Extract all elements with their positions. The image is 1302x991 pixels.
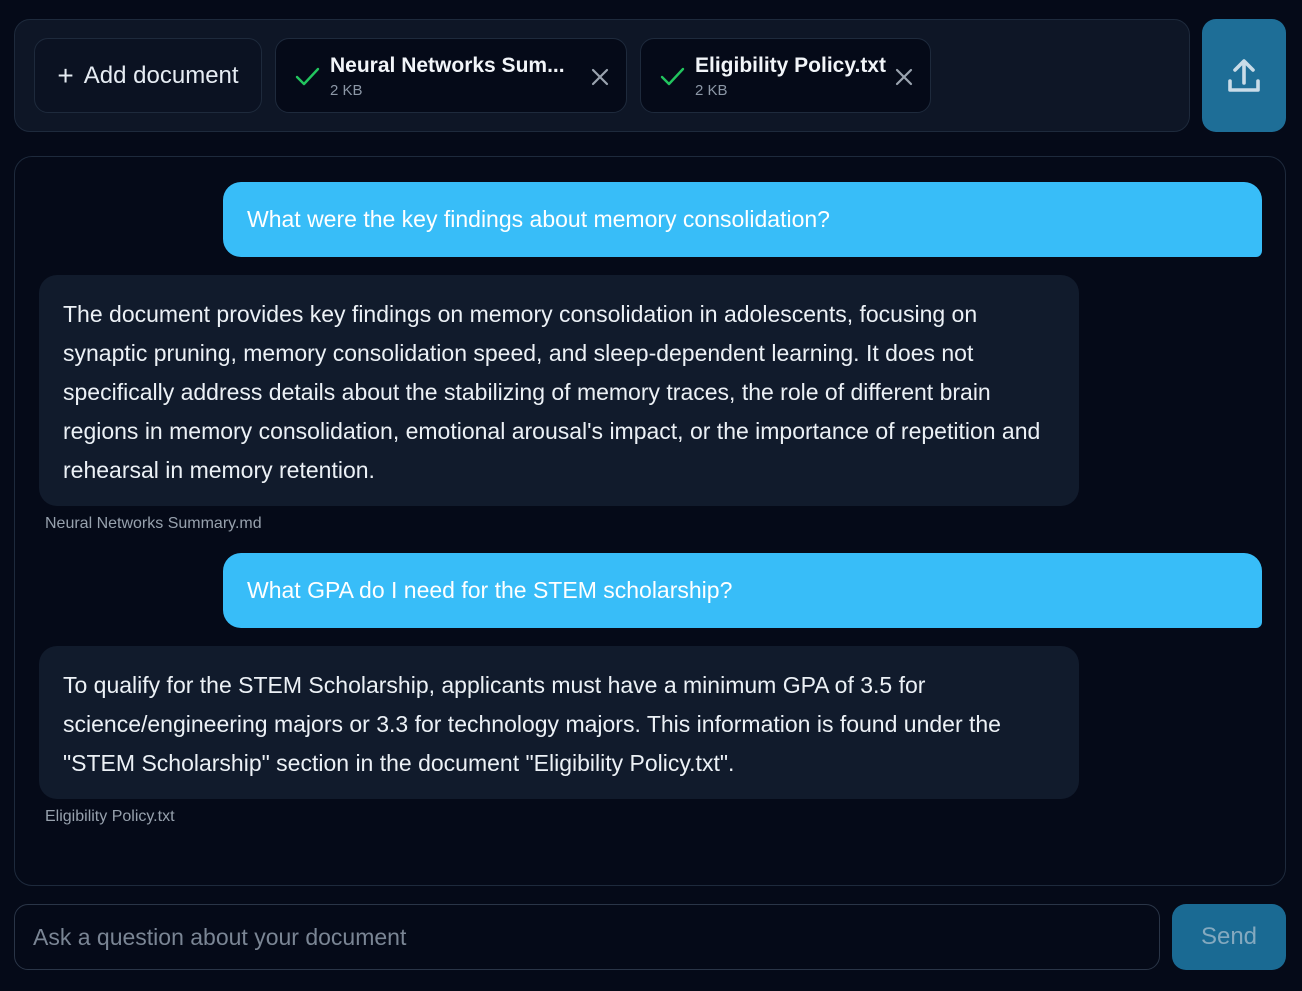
chat-panel[interactable]: What were the key findings about memory … xyxy=(14,156,1286,886)
document-size: 2 KB xyxy=(330,82,363,99)
document-bar: + Add document Neural Networks Sum... 2 … xyxy=(14,19,1190,132)
user-message: What were the key findings about memory … xyxy=(223,182,1262,257)
close-icon[interactable] xyxy=(590,67,610,87)
add-document-button[interactable]: + Add document xyxy=(34,38,262,113)
message-source: Eligibility Policy.txt xyxy=(45,808,175,825)
assistant-message: The document provides key findings on me… xyxy=(39,275,1079,506)
send-button[interactable]: Send xyxy=(1172,904,1286,970)
plus-icon: + xyxy=(57,59,74,91)
question-input[interactable] xyxy=(15,905,1159,969)
assistant-message: To qualify for the STEM Scholarship, app… xyxy=(39,646,1079,799)
check-icon xyxy=(660,67,685,86)
add-document-label: Add document xyxy=(83,61,239,89)
upload-button[interactable] xyxy=(1202,19,1286,132)
user-message: What GPA do I need for the STEM scholars… xyxy=(223,553,1262,628)
document-chip[interactable]: Neural Networks Sum... 2 KB xyxy=(275,38,627,113)
document-name: Neural Networks Sum... xyxy=(330,54,565,77)
close-icon[interactable] xyxy=(894,67,914,87)
message-source: Neural Networks Summary.md xyxy=(45,515,262,532)
check-icon xyxy=(295,67,320,86)
document-name: Eligibility Policy.txt xyxy=(695,54,886,77)
upload-icon xyxy=(1228,58,1260,92)
document-chip[interactable]: Eligibility Policy.txt 2 KB xyxy=(640,38,931,113)
document-size: 2 KB xyxy=(695,82,728,99)
question-input-wrapper xyxy=(14,904,1160,970)
